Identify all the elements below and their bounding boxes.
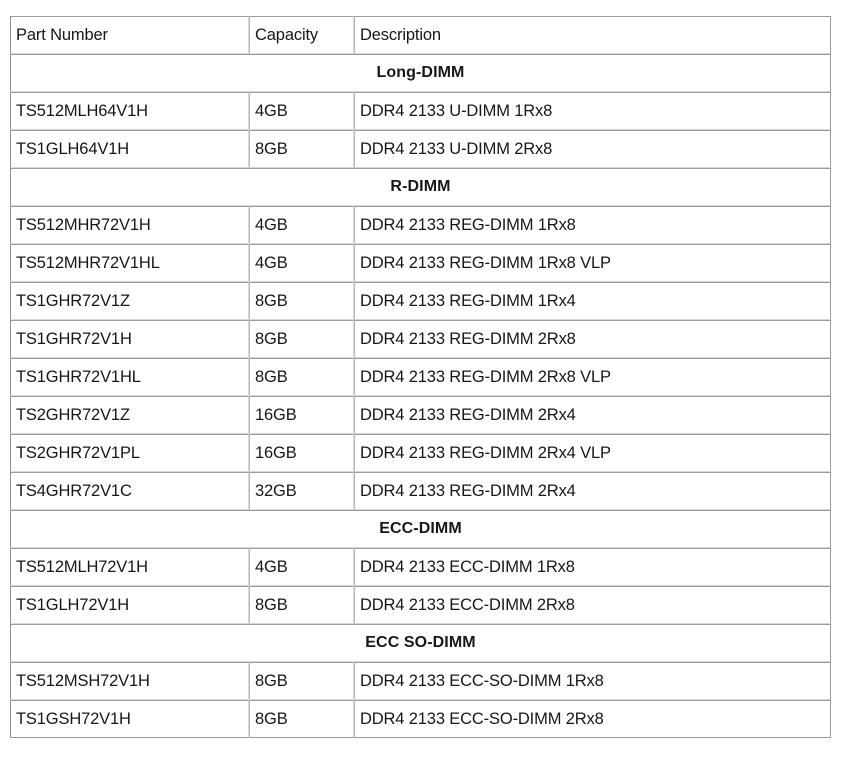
cell-capacity: 4GB — [249, 548, 354, 586]
cell-description: DDR4 2133 ECC-SO-DIMM 1Rx8 — [354, 662, 831, 700]
cell-part-number: TS512MSH72V1H — [10, 662, 249, 700]
cell-part-number: TS512MLH64V1H — [10, 92, 249, 130]
cell-capacity: 8GB — [249, 130, 354, 168]
cell-part-number: TS1GLH64V1H — [10, 130, 249, 168]
section-header-row: Long-DIMM — [10, 54, 831, 92]
cell-description: DDR4 2133 ECC-DIMM 2Rx8 — [354, 586, 831, 624]
cell-part-number: TS512MHR72V1HL — [10, 244, 249, 282]
cell-part-number: TS512MHR72V1H — [10, 206, 249, 244]
cell-part-number: TS1GHR72V1Z — [10, 282, 249, 320]
table-row: TS512MLH72V1H 4GB DDR4 2133 ECC-DIMM 1Rx8 — [10, 548, 831, 586]
cell-capacity: 8GB — [249, 700, 354, 738]
cell-capacity: 8GB — [249, 282, 354, 320]
table-row: TS1GHR72V1HL 8GB DDR4 2133 REG-DIMM 2Rx8 V… — [10, 358, 831, 396]
cell-description: DDR4 2133 REG-DIMM 1Rx8 VLP — [354, 244, 831, 282]
table-row: TS512MLH64V1H 4GB DDR4 2133 U-DIMM 1Rx8 — [10, 92, 831, 130]
cell-capacity: 16GB — [249, 434, 354, 472]
cell-description: DDR4 2133 ECC-SO-DIMM 2Rx8 — [354, 700, 831, 738]
cell-capacity: 4GB — [249, 244, 354, 282]
cell-part-number: TS2GHR72V1Z — [10, 396, 249, 434]
section-title: Long-DIMM — [10, 54, 831, 92]
table-row: TS512MHR72V1H 4GB DDR4 2133 REG-DIMM 1Rx8 — [10, 206, 831, 244]
page-root: Part Number Capacity Description Long-DIMM T… — [0, 0, 841, 759]
cell-part-number: TS4GHR72V1C — [10, 472, 249, 510]
column-header-capacity: Capacity — [249, 16, 354, 54]
table-row: TS4GHR72V1C 32GB DDR4 2133 REG-DIMM 2Rx4 — [10, 472, 831, 510]
cell-capacity: 8GB — [249, 662, 354, 700]
cell-capacity: 4GB — [249, 206, 354, 244]
table-body: Part Number Capacity Description Long-DIMM T… — [10, 16, 831, 738]
spec-table-container: Part Number Capacity Description Long-DIMM T… — [10, 16, 831, 738]
cell-description: DDR4 2133 REG-DIMM 2Rx4 — [354, 472, 831, 510]
table-row: TS512MHR72V1HL 4GB DDR4 2133 REG-DIMM 1Rx8… — [10, 244, 831, 282]
table-row: TS1GLH64V1H 8GB DDR4 2133 U-DIMM 2Rx8 — [10, 130, 831, 168]
cell-part-number: TS1GSH72V1H — [10, 700, 249, 738]
cell-capacity: 32GB — [249, 472, 354, 510]
cell-description: DDR4 2133 REG-DIMM 2Rx4 VLP — [354, 434, 831, 472]
table-row: TS2GHR72V1Z 16GB DDR4 2133 REG-DIMM 2Rx4 — [10, 396, 831, 434]
cell-capacity: 8GB — [249, 320, 354, 358]
column-header-part-number: Part Number — [10, 16, 249, 54]
cell-part-number: TS1GLH72V1H — [10, 586, 249, 624]
table-row: TS1GHR72V1Z 8GB DDR4 2133 REG-DIMM 1Rx4 — [10, 282, 831, 320]
table-row: TS512MSH72V1H 8GB DDR4 2133 ECC-SO-DIMM 1R… — [10, 662, 831, 700]
column-header-description: Description — [354, 16, 831, 54]
cell-description: DDR4 2133 U-DIMM 2Rx8 — [354, 130, 831, 168]
cell-capacity: 4GB — [249, 92, 354, 130]
cell-part-number: TS512MLH72V1H — [10, 548, 249, 586]
table-row: TS2GHR72V1PL 16GB DDR4 2133 REG-DIMM 2Rx4 … — [10, 434, 831, 472]
section-header-row: ECC-DIMM — [10, 510, 831, 548]
cell-capacity: 8GB — [249, 358, 354, 396]
cell-part-number: TS1GHR72V1HL — [10, 358, 249, 396]
cell-capacity: 8GB — [249, 586, 354, 624]
section-header-row: ECC SO-DIMM — [10, 624, 831, 662]
section-header-row: R-DIMM — [10, 168, 831, 206]
cell-description: DDR4 2133 ECC-DIMM 1Rx8 — [354, 548, 831, 586]
section-title: ECC-DIMM — [10, 510, 831, 548]
cell-description: DDR4 2133 REG-DIMM 2Rx8 — [354, 320, 831, 358]
memory-module-spec-table: Part Number Capacity Description Long-DIMM T… — [10, 16, 831, 738]
table-row: TS1GLH72V1H 8GB DDR4 2133 ECC-DIMM 2Rx8 — [10, 586, 831, 624]
section-title: R-DIMM — [10, 168, 831, 206]
cell-description: DDR4 2133 U-DIMM 1Rx8 — [354, 92, 831, 130]
section-title: ECC SO-DIMM — [10, 624, 831, 662]
cell-description: DDR4 2133 REG-DIMM 2Rx4 — [354, 396, 831, 434]
cell-description: DDR4 2133 REG-DIMM 1Rx8 — [354, 206, 831, 244]
cell-description: DDR4 2133 REG-DIMM 2Rx8 VLP — [354, 358, 831, 396]
cell-part-number: TS1GHR72V1H — [10, 320, 249, 358]
table-header-row: Part Number Capacity Description — [10, 16, 831, 54]
table-row: TS1GSH72V1H 8GB DDR4 2133 ECC-SO-DIMM 2Rx8 — [10, 700, 831, 738]
cell-capacity: 16GB — [249, 396, 354, 434]
cell-part-number: TS2GHR72V1PL — [10, 434, 249, 472]
cell-description: DDR4 2133 REG-DIMM 1Rx4 — [354, 282, 831, 320]
table-row: TS1GHR72V1H 8GB DDR4 2133 REG-DIMM 2Rx8 — [10, 320, 831, 358]
